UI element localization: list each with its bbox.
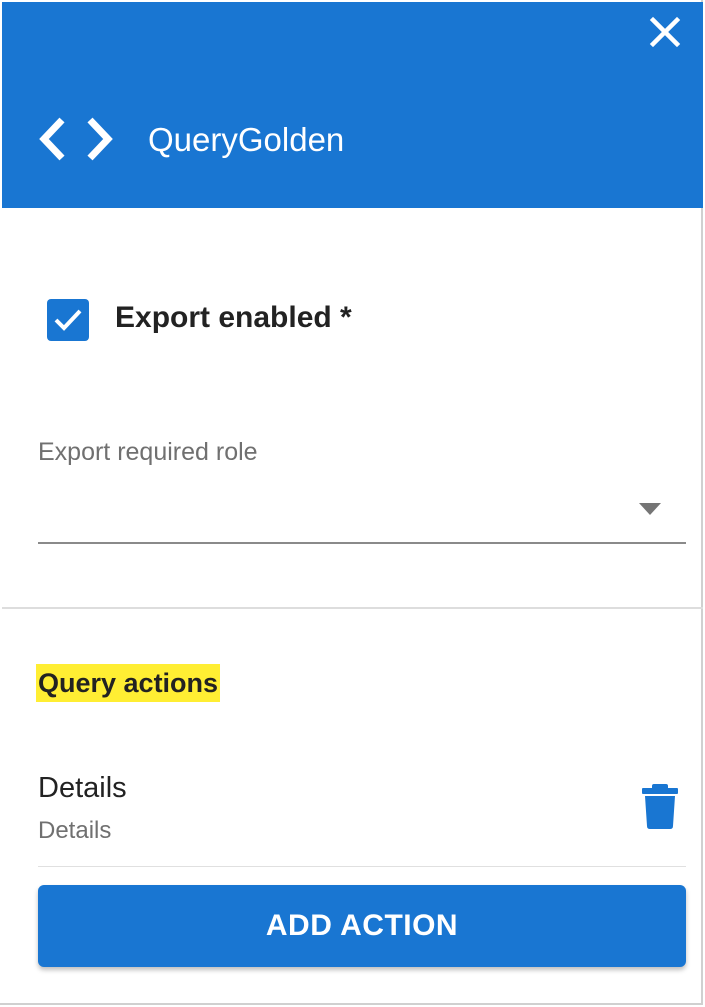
trash-icon[interactable] bbox=[640, 782, 680, 830]
close-icon[interactable] bbox=[645, 12, 685, 52]
action-title: Details bbox=[38, 772, 127, 804]
code-icon bbox=[39, 117, 113, 161]
panel-header: QueryGolden bbox=[2, 2, 703, 208]
add-action-button[interactable]: ADD ACTION bbox=[38, 885, 686, 967]
export-required-role-select[interactable] bbox=[38, 480, 686, 544]
side-panel: QueryGolden Export enabled * Export requ… bbox=[0, 0, 703, 1005]
list-item[interactable]: Details Details bbox=[38, 760, 686, 867]
delete-action-button[interactable] bbox=[640, 782, 680, 830]
export-required-role-label: Export required role bbox=[38, 438, 258, 466]
panel-title: QueryGolden bbox=[148, 121, 345, 158]
close-button[interactable] bbox=[645, 12, 685, 52]
query-actions-heading: Query actions bbox=[36, 664, 221, 702]
export-enabled-label: Export enabled * bbox=[115, 301, 352, 334]
section-divider bbox=[2, 607, 703, 609]
export-enabled-checkbox[interactable] bbox=[47, 299, 89, 341]
action-subtitle: Details bbox=[38, 817, 112, 844]
checkmark-icon bbox=[54, 309, 82, 331]
dropdown-arrow-icon bbox=[639, 503, 661, 515]
